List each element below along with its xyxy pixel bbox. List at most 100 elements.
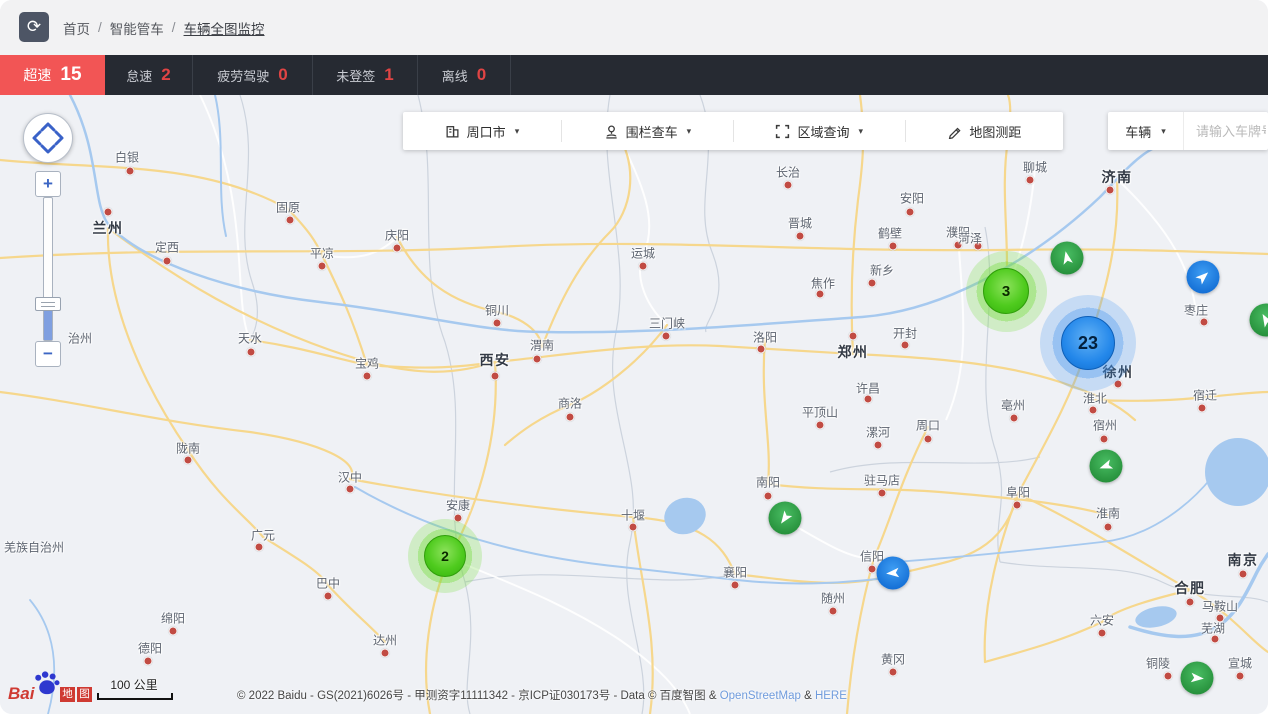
map-city-label: 淮北 bbox=[1083, 390, 1107, 407]
plate-search-input[interactable] bbox=[1194, 123, 1268, 140]
map-city-label: 安康 bbox=[446, 497, 470, 514]
region-query-button[interactable]: 区域查询▾ bbox=[734, 112, 905, 150]
toolbar-button-label: 周口市 bbox=[467, 122, 506, 141]
baidu-logo[interactable]: Bai 地 图 bbox=[8, 668, 108, 710]
fence-query-button[interactable]: 围栏查车 ▾ bbox=[562, 112, 733, 150]
heading-arrow-icon bbox=[773, 506, 797, 530]
tab-fatigue-driving[interactable]: 疲劳驾驶0 bbox=[193, 55, 313, 95]
baidu-logo-map-char: 图 bbox=[77, 687, 92, 702]
zoom-slider-track[interactable] bbox=[43, 197, 53, 341]
city-dot bbox=[1100, 435, 1109, 444]
map-city-label: 周口 bbox=[916, 417, 940, 434]
map-city-label: 庆阳 bbox=[385, 227, 409, 244]
map-city-label: 新乡 bbox=[870, 262, 894, 279]
map-city-label: 固原 bbox=[276, 199, 300, 216]
toolbar-button-label: 地图测距 bbox=[969, 122, 1021, 141]
vehicle-arrow-marker[interactable] bbox=[1090, 450, 1123, 483]
measure-distance-button[interactable]: 地图测距 bbox=[906, 112, 1063, 150]
refresh-icon[interactable]: ⟳ bbox=[19, 12, 49, 42]
zoom-in-button[interactable]: + bbox=[35, 171, 61, 197]
city-dot bbox=[849, 332, 858, 341]
cluster-count: 2 bbox=[424, 535, 466, 577]
city-dot bbox=[878, 489, 887, 498]
map-city-label: 白银 bbox=[115, 149, 139, 166]
cluster-marker[interactable]: 23 bbox=[1061, 316, 1115, 370]
attribution-link-openstreetmap[interactable]: OpenStreetMap bbox=[720, 690, 801, 702]
tab-label: 未登签 bbox=[336, 66, 375, 85]
city-dot bbox=[1239, 570, 1248, 579]
breadcrumb-item[interactable]: 智能管车 bbox=[110, 18, 164, 38]
tab-count: 2 bbox=[161, 65, 170, 85]
vehicle-arrow-marker[interactable] bbox=[769, 502, 802, 535]
city-dot bbox=[924, 435, 933, 444]
attribution-text: © 2022 Baidu - GS(2021)6026号 - 甲测资字11111… bbox=[237, 690, 720, 702]
vehicle-arrow-marker[interactable] bbox=[1181, 662, 1214, 695]
map-city-label: 安阳 bbox=[900, 190, 924, 207]
vehicle-type-label: 车辆 bbox=[1125, 122, 1151, 141]
city-dot bbox=[757, 345, 766, 354]
city-dot bbox=[906, 208, 915, 217]
map-city-label: 德阳 bbox=[138, 640, 162, 657]
heading-arrow-icon bbox=[1095, 455, 1117, 477]
city-dot bbox=[784, 181, 793, 190]
city-dot bbox=[324, 592, 333, 601]
city-select-button[interactable]: 周口市▾ bbox=[403, 112, 561, 150]
map-city-label: 枣庄 bbox=[1184, 302, 1208, 319]
cluster-marker[interactable]: 2 bbox=[424, 535, 466, 577]
cluster-count: 3 bbox=[983, 268, 1029, 314]
map-city-label: 宿州 bbox=[1093, 417, 1117, 434]
city-dot bbox=[816, 421, 825, 430]
tab-idle[interactable]: 怠速 2 bbox=[105, 55, 193, 95]
city-dot bbox=[764, 492, 773, 501]
tab-overspeed[interactable]: 超速15 bbox=[0, 55, 105, 95]
vehicle-arrow-marker[interactable] bbox=[1051, 242, 1084, 275]
vehicle-type-dropdown[interactable]: 车辆 ▾ bbox=[1108, 112, 1183, 150]
vehicle-arrow-marker[interactable] bbox=[1187, 261, 1220, 294]
breadcrumb-item[interactable]: 首页 bbox=[63, 18, 90, 38]
compass-arrows-icon bbox=[24, 114, 72, 162]
vehicle-monitor-page: 白银兰州定西固原平凉庆阳天水宝鸡铜川渭南西安商洛三门峡洛阳焦作新乡郑州开封许昌平… bbox=[0, 0, 1268, 714]
city-dot bbox=[662, 332, 671, 341]
cluster-count: 23 bbox=[1061, 316, 1115, 370]
cluster-marker[interactable]: 3 bbox=[983, 268, 1029, 314]
city-dot bbox=[346, 485, 355, 494]
zoom-slider-fill bbox=[44, 306, 52, 340]
chevron-down-icon: ▾ bbox=[1161, 126, 1166, 137]
map-city-label: 兰州 bbox=[93, 218, 124, 238]
city-dot bbox=[1098, 629, 1107, 638]
map-city-label: 治州 bbox=[68, 330, 92, 347]
map-city-label: 济南 bbox=[1102, 167, 1133, 187]
map-city-label: 定西 bbox=[155, 239, 179, 256]
attribution-link-here[interactable]: HERE bbox=[815, 690, 847, 702]
heading-arrow-icon bbox=[1188, 669, 1206, 687]
region-icon bbox=[775, 124, 790, 139]
vehicle-arrow-marker[interactable] bbox=[877, 557, 910, 590]
tab-label: 怠速 bbox=[126, 66, 152, 85]
city-dot bbox=[731, 581, 740, 590]
city-dot bbox=[144, 657, 153, 666]
city-dot bbox=[889, 242, 898, 251]
city-dot bbox=[104, 208, 113, 217]
map-pan-compass[interactable] bbox=[23, 113, 73, 163]
city-dot bbox=[829, 607, 838, 616]
zoom-slider-handle[interactable] bbox=[35, 297, 61, 311]
map-city-label: 六安 bbox=[1090, 612, 1114, 629]
city-dot bbox=[381, 649, 390, 658]
toolbar-button-label: 围栏查车 bbox=[626, 122, 678, 141]
city-dot bbox=[493, 319, 502, 328]
attribution-text: & bbox=[801, 690, 815, 702]
tab-unsigned[interactable]: 未登签1 bbox=[313, 55, 418, 95]
map-city-label: 焦作 bbox=[811, 275, 835, 292]
chevron-down-icon: ▾ bbox=[687, 126, 692, 137]
city-dot bbox=[491, 372, 500, 381]
map-city-label: 陇南 bbox=[176, 440, 200, 457]
tab-count: 0 bbox=[477, 65, 486, 85]
tab-offline[interactable]: 离线0 bbox=[418, 55, 511, 95]
city-dot bbox=[901, 341, 910, 350]
map-toolbar: 周口市▾ 围栏查车 ▾ 区域查询▾ 地图测距 bbox=[403, 112, 1063, 150]
zoom-out-button[interactable]: − bbox=[35, 341, 61, 367]
map-city-label: 平顶山 bbox=[802, 404, 838, 421]
city-dot bbox=[126, 167, 135, 176]
city-dot bbox=[1186, 598, 1195, 607]
breadcrumb-item[interactable]: 车辆全图监控 bbox=[184, 18, 265, 38]
